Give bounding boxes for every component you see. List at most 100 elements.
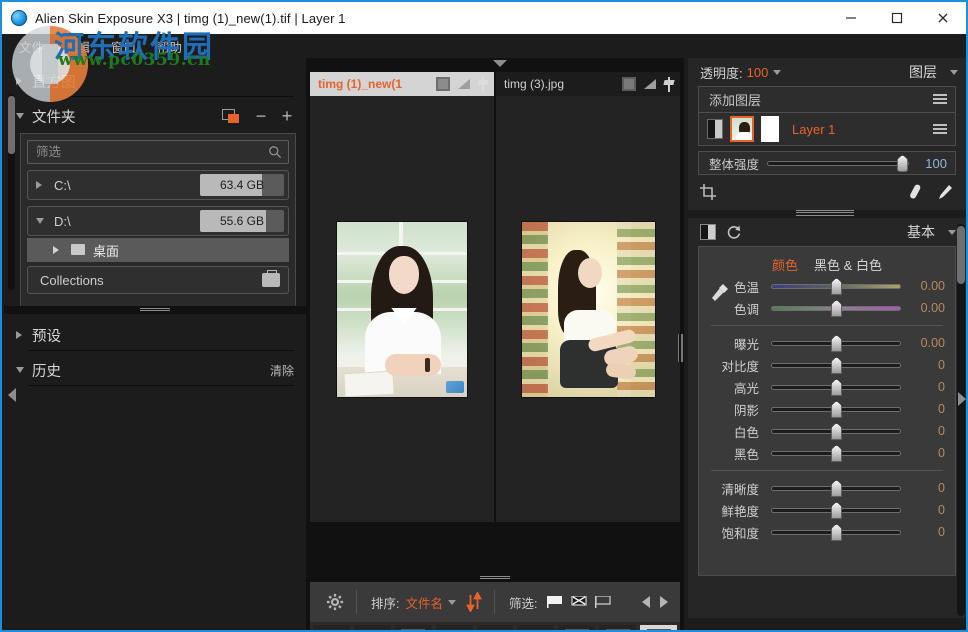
expand-top-icon[interactable] [493,60,507,67]
image-pane-body[interactable] [310,96,494,522]
image-pane-title: timg (1)_new(1 [318,77,402,91]
adjustment-row-whites: 白色 0 [699,420,955,442]
adjustment-slider[interactable] [771,300,901,316]
drive-label: D:\ [54,214,71,229]
opacity-value[interactable]: 100 [747,65,769,80]
adjustment-slider[interactable] [771,445,901,461]
eyedropper-icon[interactable] [711,283,729,301]
layer-row[interactable]: Layer 1 [699,113,955,145]
right-panel-scrollbar-thumb[interactable] [957,226,965,284]
adjustment-row-contrast: 对比度 0 [699,354,955,376]
flag-unflagged-icon[interactable] [595,596,611,608]
layer-menu-icon[interactable] [933,124,947,135]
layer-visibility-icon[interactable] [707,119,723,139]
adjustment-label: 清晰度 [707,479,765,498]
sidebar-scrollbar-thumb[interactable] [8,96,15,154]
sort-value[interactable]: 文件名 [405,593,443,612]
brush-icon[interactable] [936,183,954,201]
next-image-button[interactable] [660,596,668,608]
thumbnail-item-8[interactable] [598,624,637,632]
toggle-panel-icon[interactable] [700,224,716,240]
folder-filter-row[interactable] [27,140,289,164]
chevron-down-icon[interactable] [773,70,781,75]
adjustment-slider[interactable] [771,423,901,439]
sidebar-section-presets[interactable]: 预设 [4,322,306,348]
sidebar-section-history[interactable]: 历史 清除 [4,357,306,383]
adjustment-slider[interactable] [771,278,901,294]
layer-mask-thumbnail[interactable] [761,116,779,142]
chevron-right-icon [16,331,22,339]
fill-square-icon[interactable] [436,77,450,91]
folder-filter-input[interactable] [36,145,268,159]
menu-item-file[interactable]: 文件 [10,35,53,58]
divider [356,590,357,614]
gear-icon[interactable] [326,593,344,611]
gradient-triangle-icon[interactable] [644,79,656,89]
layer-thumbnail[interactable] [730,116,754,142]
adjustment-slider[interactable] [771,502,901,518]
thumbnail-item-5[interactable] [476,624,515,632]
tab-black-and-white[interactable]: 黑色 & 白色 [814,255,882,274]
collections-row[interactable]: Collections [27,266,289,294]
center-right-splitter[interactable] [678,334,684,362]
layer-name-label[interactable]: Layer 1 [792,122,835,137]
collapse-left-panel-icon[interactable] [8,388,16,402]
menu-item-help[interactable]: 帮助 [148,35,191,58]
drive-row-c[interactable]: C:\ 63.4 GB [27,170,289,200]
drive-row-d[interactable]: D:\ 55.6 GB [27,206,289,236]
menu-bar: 文件 编辑 窗口 帮助 [2,34,966,58]
fill-square-icon[interactable] [622,77,636,91]
collapse-right-panel-icon[interactable] [958,392,966,406]
image-pane-2[interactable]: timg (3).jpg [496,72,680,522]
pin-icon[interactable] [664,77,674,92]
flag-picked-icon[interactable] [547,596,563,608]
remove-folder-button[interactable]: − [254,110,268,122]
gradient-triangle-icon[interactable] [458,79,470,89]
adjustment-slider[interactable] [771,379,901,395]
thumbnail-item-6[interactable] [516,624,555,632]
maximize-button[interactable] [874,2,920,34]
adjustment-slider[interactable] [771,401,901,417]
eraser-icon[interactable] [906,183,924,201]
reset-refresh-icon[interactable] [726,224,742,240]
add-folder-button[interactable]: + [280,110,294,122]
layer-tools-row [700,179,954,205]
sidebar-section-folders[interactable]: 文件夹 − + [4,103,306,129]
thumbnail-item-9[interactable] [639,624,678,632]
add-layer-row[interactable]: 添加图层 [699,87,955,113]
minimize-button[interactable] [828,2,874,34]
chevron-down-icon[interactable] [948,230,956,235]
image-pane-1[interactable]: timg (1)_new(1 [310,72,494,522]
pin-icon[interactable] [478,77,488,92]
adjustment-slider[interactable] [771,524,901,540]
menu-item-window[interactable]: 窗口 [102,35,145,58]
thumbnail-item-2[interactable] [353,624,392,632]
adjustment-row-exposure: 曝光 0.00 [699,332,955,354]
folder-item-desktop[interactable]: 桌面 [27,238,289,262]
thumbnail-item-7[interactable] [557,624,596,632]
crop-icon[interactable] [700,184,716,200]
sidebar-section-histogram[interactable]: 直方图 [4,68,306,94]
tab-color[interactable]: 颜色 [772,255,798,274]
chevron-down-icon[interactable] [448,600,456,605]
close-button[interactable] [920,2,966,34]
sidebar-splitter[interactable] [4,306,306,314]
image-pane-body[interactable] [496,96,680,522]
thumbnail-item-3[interactable] [394,624,433,632]
thumbnail-item-1[interactable] [312,624,351,632]
overall-strength-slider[interactable] [767,159,909,167]
adjustment-slider[interactable] [771,357,901,373]
thumbnail-item-4[interactable] [435,624,474,632]
adjustment-slider[interactable] [771,335,901,351]
chevron-down-icon[interactable] [950,70,958,75]
center-splitter[interactable] [310,574,680,582]
menu-icon[interactable] [933,94,947,105]
adjustment-slider[interactable] [771,480,901,496]
history-clear-button[interactable]: 清除 [270,362,294,379]
previous-image-button[interactable] [642,596,650,608]
sort-direction-icon[interactable] [466,592,482,612]
new-folder-icon[interactable] [222,109,242,124]
menu-item-edit[interactable]: 编辑 [56,35,99,58]
flag-rejected-icon[interactable] [571,596,587,608]
right-panel-splitter[interactable] [796,210,854,216]
